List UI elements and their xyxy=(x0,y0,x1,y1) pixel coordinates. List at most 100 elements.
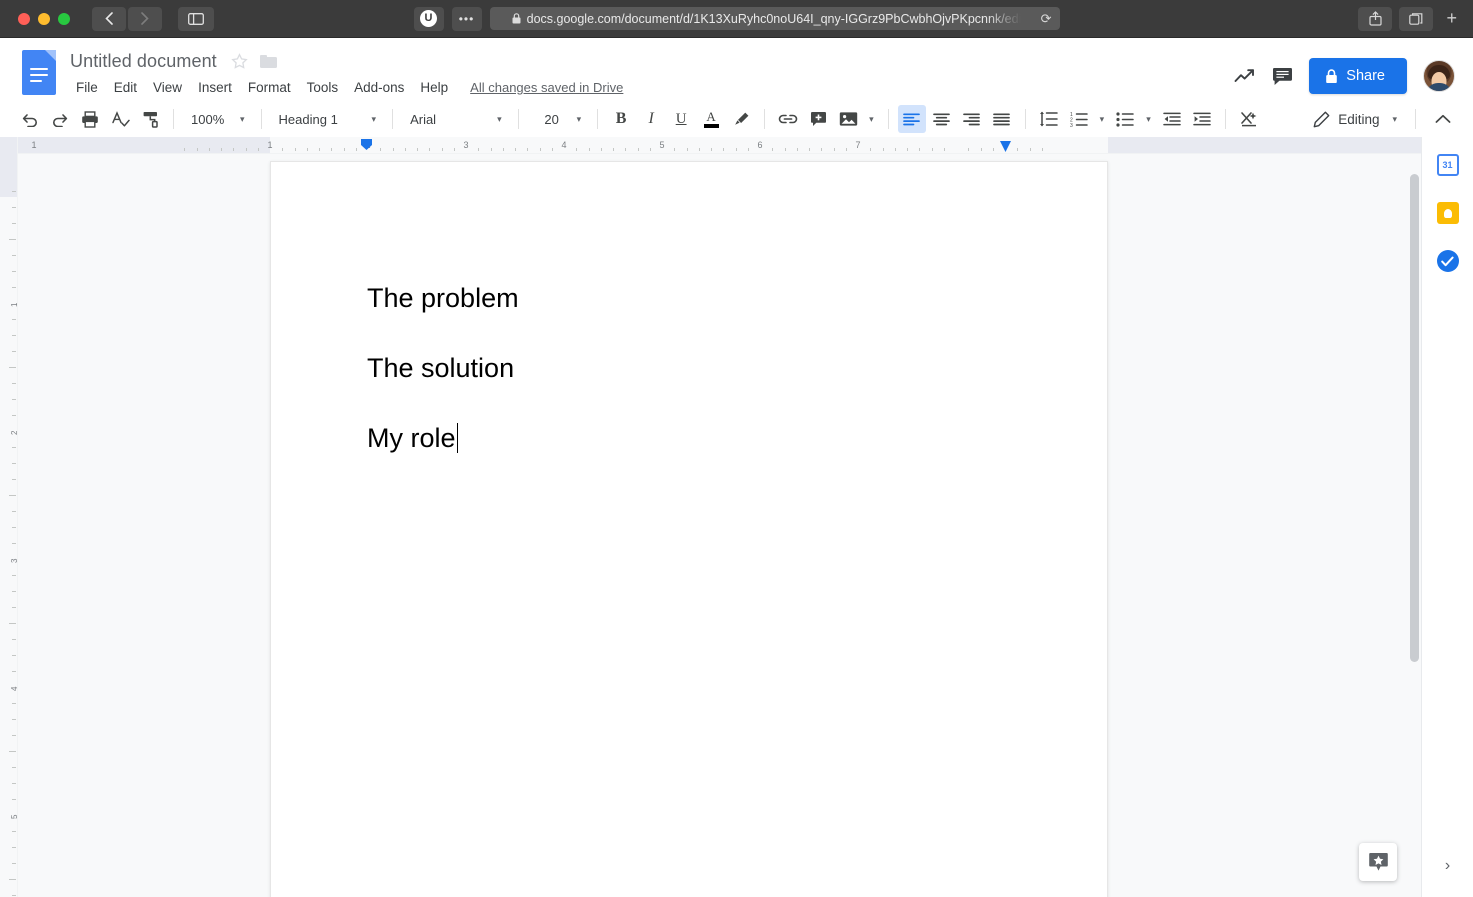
paragraph-style-select[interactable]: Heading 1 ▾ xyxy=(271,105,384,133)
tasks-check-label xyxy=(1436,250,1459,272)
redo-icon[interactable] xyxy=(46,105,74,133)
ruler-tick xyxy=(12,351,16,352)
paint-format-icon[interactable] xyxy=(136,105,164,133)
horizontal-ruler[interactable]: 12345671 xyxy=(18,137,1421,154)
menu-item-tools[interactable]: Tools xyxy=(299,77,347,98)
ruler-tick xyxy=(12,255,16,256)
maximize-window-button[interactable] xyxy=(58,12,70,25)
bold-button[interactable]: B xyxy=(607,105,635,133)
font-select[interactable]: Arial ▾ xyxy=(402,105,509,133)
vertical-ruler[interactable]: 123456 xyxy=(0,137,19,897)
forward-button[interactable] xyxy=(128,6,162,31)
ruler-tick xyxy=(649,148,651,151)
ruler-tick xyxy=(674,148,676,151)
activity-dashboard-icon[interactable] xyxy=(1234,67,1256,85)
undo-icon[interactable] xyxy=(16,105,44,133)
menu-item-addons[interactable]: Add-ons xyxy=(346,77,412,98)
back-button[interactable] xyxy=(92,6,126,31)
ruler-tick xyxy=(12,271,16,272)
ruler-tick xyxy=(907,148,908,151)
google-keep-icon[interactable] xyxy=(1436,201,1460,225)
save-status[interactable]: All changes saved in Drive xyxy=(470,80,623,95)
vertical-scrollbar[interactable] xyxy=(1410,174,1419,662)
overflow-menu-button[interactable]: ••• xyxy=(451,6,482,31)
image-options-chevron-icon[interactable]: ▾ xyxy=(864,114,879,125)
increase-indent-icon[interactable] xyxy=(1188,105,1216,133)
menu-item-help[interactable]: Help xyxy=(412,77,456,98)
decrease-indent-icon[interactable] xyxy=(1158,105,1186,133)
document-body[interactable]: The problem The solution My role xyxy=(271,162,1107,455)
google-tasks-icon[interactable] xyxy=(1436,249,1460,273)
google-calendar-icon[interactable]: 31 xyxy=(1436,153,1460,177)
new-tab-button[interactable]: + xyxy=(1440,8,1463,29)
menu-item-format[interactable]: Format xyxy=(240,77,299,98)
text-color-button[interactable]: A xyxy=(697,105,725,133)
insert-link-icon[interactable] xyxy=(774,105,802,133)
ruler-tick xyxy=(12,335,16,336)
ruler-tick xyxy=(12,719,16,720)
reload-icon[interactable]: ⟳ xyxy=(1041,11,1052,27)
ruler-number: 3 xyxy=(463,140,469,150)
share-page-icon[interactable] xyxy=(1358,6,1393,31)
bulleted-list-chevron-icon[interactable]: ▾ xyxy=(1141,114,1156,125)
comment-history-icon[interactable] xyxy=(1272,67,1293,86)
paragraph-style-value: Heading 1 xyxy=(278,111,338,127)
sidebar-toggle-icon[interactable] xyxy=(178,6,214,31)
page-scroll-region: The problem The solution My role xyxy=(18,154,1421,897)
ruler-tick xyxy=(698,148,700,151)
line-spacing-icon[interactable] xyxy=(1035,105,1063,133)
ruler-tick xyxy=(12,831,16,832)
ruler-tick xyxy=(12,383,16,384)
avatar[interactable] xyxy=(1423,60,1455,92)
calendar-day-label: 31 xyxy=(1436,154,1459,176)
clear-formatting-icon[interactable] xyxy=(1235,105,1263,133)
spellcheck-icon[interactable] xyxy=(106,105,134,133)
document-page[interactable]: The problem The solution My role xyxy=(270,161,1108,897)
minimize-window-button[interactable] xyxy=(38,12,50,25)
move-to-folder-icon[interactable] xyxy=(259,54,277,68)
align-justify-icon[interactable] xyxy=(988,105,1016,133)
underline-button[interactable]: U xyxy=(667,105,695,133)
ruler-tick xyxy=(12,543,16,544)
ruler-tick xyxy=(208,148,210,151)
align-right-icon[interactable] xyxy=(958,105,986,133)
editing-mode-select[interactable]: Editing ▾ xyxy=(1309,111,1406,128)
align-center-icon[interactable] xyxy=(928,105,956,133)
document-line[interactable]: The problem xyxy=(367,282,1011,315)
insert-image-icon[interactable] xyxy=(834,105,862,133)
share-button[interactable]: Share xyxy=(1309,58,1407,94)
close-window-button[interactable] xyxy=(18,12,30,25)
extension-button[interactable]: U xyxy=(413,6,444,31)
share-button-label: Share xyxy=(1346,68,1385,84)
expand-side-panel-icon[interactable]: › xyxy=(1445,857,1450,875)
menu-item-edit[interactable]: Edit xyxy=(106,77,145,98)
window-controls[interactable] xyxy=(18,12,70,25)
menu-item-file[interactable]: File xyxy=(68,77,106,98)
print-icon[interactable] xyxy=(76,105,104,133)
document-line[interactable]: The solution xyxy=(367,352,1011,385)
address-bar[interactable]: docs.google.com/document/d/1K13XuRyhc0no… xyxy=(489,7,1060,30)
ruler-tick xyxy=(319,148,320,151)
add-comment-icon[interactable] xyxy=(804,105,832,133)
document-line-with-cursor[interactable]: My role xyxy=(367,422,1011,455)
numbered-list-icon[interactable]: 123 xyxy=(1065,105,1093,133)
ruler-tick xyxy=(257,148,259,151)
menu-item-insert[interactable]: Insert xyxy=(190,77,240,98)
font-size-select[interactable]: 20 ▾ xyxy=(528,105,589,133)
italic-button[interactable]: I xyxy=(637,105,665,133)
editor-main: 123456 12345671 The problem The solution… xyxy=(0,137,1473,897)
tab-overview-icon[interactable] xyxy=(1399,6,1434,31)
zoom-select[interactable]: 100% ▾ xyxy=(183,105,252,133)
highlight-color-icon[interactable] xyxy=(727,105,755,133)
italic-label: I xyxy=(648,110,654,127)
collapse-toolbar-icon[interactable] xyxy=(1429,105,1457,133)
menu-item-view[interactable]: View xyxy=(145,77,190,98)
right-indent-marker[interactable] xyxy=(1000,141,1011,152)
bulleted-list-icon[interactable] xyxy=(1111,105,1139,133)
star-icon[interactable] xyxy=(231,52,248,70)
numbered-list-chevron-icon[interactable]: ▾ xyxy=(1095,114,1110,125)
align-left-icon[interactable] xyxy=(897,105,926,133)
document-title[interactable]: Untitled document xyxy=(68,49,219,74)
explore-button[interactable] xyxy=(1359,843,1397,881)
ruler-tick xyxy=(735,148,737,151)
